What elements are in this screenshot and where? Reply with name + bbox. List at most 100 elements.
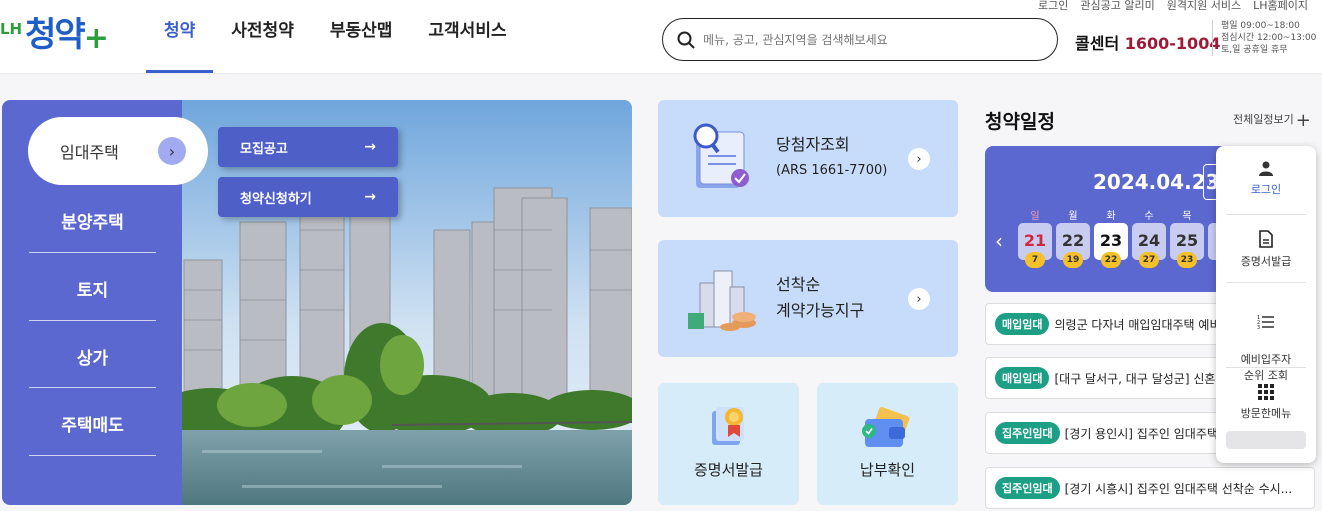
- nav-item-customer-service[interactable]: 고객서비스: [410, 0, 524, 74]
- scroll-top-button[interactable]: [1226, 431, 1306, 449]
- service-hours: 평일 09:00~18:00 점심시간 12:00~13:00 토,일 공휴일 …: [1212, 20, 1316, 56]
- schedule-count-badge: 7: [1025, 252, 1045, 268]
- search-input[interactable]: [703, 32, 1023, 47]
- first-come-line1: 선착순: [776, 275, 821, 294]
- category-item-land[interactable]: 토지: [29, 276, 156, 301]
- top-link-remote[interactable]: 원격지원 서비스: [1167, 0, 1241, 13]
- certificate-label: 증명서발급: [693, 461, 763, 479]
- category-item-house-sale[interactable]: 주택매도: [29, 411, 156, 436]
- notice-type-badge: 매입임대: [995, 313, 1050, 335]
- document-search-icon: [693, 123, 749, 188]
- quick-recent-menu[interactable]: 방문한메뉴: [1226, 384, 1306, 422]
- category-divider: [29, 455, 156, 456]
- chevron-right-icon[interactable]: ›: [1203, 164, 1217, 200]
- schedule-count-badge: 27: [1139, 252, 1159, 268]
- nav-item-pre-apply[interactable]: 사전청약: [213, 0, 312, 74]
- category-divider: [29, 387, 156, 388]
- callcenter-label: 콜센터: [1075, 34, 1120, 53]
- quick-certificate[interactable]: 증명서발급: [1226, 230, 1306, 270]
- winner-check-title: 당첨자조회: [776, 135, 850, 154]
- winner-check-card[interactable]: 당첨자조회 (ARS 1661-7700) ›: [658, 100, 958, 217]
- svg-text:3: 3: [1257, 325, 1260, 330]
- notice-type-badge: 매입임대: [995, 367, 1050, 389]
- list-icon: 123: [1257, 315, 1274, 330]
- logo-prefix: LH: [0, 20, 23, 38]
- quick-login[interactable]: 로그인: [1226, 160, 1306, 198]
- notice-title: [경기 용인시] 집주인 임대주택...: [1064, 426, 1230, 441]
- apply-button[interactable]: 청약신청하기 →: [218, 177, 398, 217]
- main-nav: 청약 사전청약 부동산맵 고객서비스: [146, 0, 525, 74]
- user-icon: [1259, 161, 1273, 176]
- arrow-right-icon: →: [364, 189, 376, 205]
- buildings-coins-icon: [688, 270, 756, 331]
- category-divider: [29, 252, 156, 253]
- wallet-icon: [862, 407, 910, 447]
- weekday-thu: 목: [1182, 211, 1192, 222]
- callcenter: 콜센터 1600-1004: [1075, 30, 1220, 54]
- logo[interactable]: LH 청약 +: [0, 6, 109, 56]
- payment-check-card[interactable]: 납부확인: [817, 383, 958, 505]
- weekday-mon: 월: [1068, 211, 1078, 222]
- quick-login-label: 로그인: [1250, 183, 1282, 196]
- quick-recent-menu-label: 방문한메뉴: [1240, 407, 1292, 420]
- search-box: [662, 18, 1058, 61]
- certificate-icon: [712, 407, 744, 445]
- notice-type-badge: 집주인임대: [995, 422, 1060, 444]
- schedule-count-badge: 23: [1177, 252, 1197, 268]
- view-all-schedule-link[interactable]: 전체일정보기 +: [1233, 110, 1311, 131]
- quick-waitlist-rank[interactable]: 123 예비입주자 순위 조회: [1226, 298, 1306, 384]
- schedule-list-item[interactable]: 집주인임대 [경기 시흥시] 집주인 임대주택 선착순 수시...: [985, 467, 1315, 509]
- callcenter-number: 1600-1004: [1124, 34, 1221, 53]
- certificate-card[interactable]: 증명서발급: [658, 383, 799, 505]
- logo-text: 청약: [25, 15, 86, 55]
- winner-check-ars: (ARS 1661-7700): [776, 163, 888, 178]
- grid-icon: [1258, 384, 1274, 400]
- top-link-lh-home[interactable]: LH홈페이지: [1253, 0, 1308, 13]
- quick-certificate-label: 증명서발급: [1240, 255, 1292, 268]
- first-come-line2: 계약가능지구: [776, 301, 865, 320]
- category-item-rental-housing[interactable]: 임대주택 ›: [28, 117, 208, 185]
- chevron-right-icon: ›: [908, 288, 930, 310]
- top-link-login[interactable]: 로그인: [1038, 0, 1068, 13]
- top-links: 로그인 관심공고 알리미 원격지원 서비스 LH홈페이지: [1038, 0, 1308, 13]
- nav-item-apply[interactable]: 청약: [146, 0, 214, 74]
- first-come-card[interactable]: 선착순 계약가능지구 ›: [658, 240, 958, 357]
- quick-menu-divider: [1226, 214, 1306, 215]
- nav-item-realestate-map[interactable]: 부동산맵: [312, 0, 411, 74]
- view-all-schedule-label: 전체일정보기: [1233, 113, 1294, 126]
- notice-title: [경기 시흥시] 집주인 임대주택 선착순 수시...: [1064, 481, 1293, 496]
- chevron-left-icon[interactable]: ‹: [995, 229, 1003, 253]
- document-icon: [1259, 230, 1273, 248]
- schedule-title: 청약일정: [985, 111, 1055, 133]
- notice-title: 의령군 다자녀 매입임대주택 예비...: [1054, 317, 1232, 332]
- category-active-label: 임대주택: [60, 143, 119, 162]
- schedule-count-badge: 19: [1063, 252, 1083, 268]
- hours-lunch: 점심시간 12:00~13:00: [1221, 33, 1317, 43]
- quick-menu: 로그인 증명서발급 123 예비입주자 순위 조회 방문한메뉴: [1216, 146, 1316, 463]
- notice-button[interactable]: 모집공고 →: [218, 127, 398, 167]
- notice-type-badge: 집주인임대: [995, 477, 1060, 499]
- weekday-wed: 수: [1144, 211, 1154, 222]
- top-link-alert[interactable]: 관심공고 알리미: [1080, 0, 1154, 13]
- apply-button-label: 청약신청하기: [240, 191, 312, 207]
- quick-menu-divider: [1226, 367, 1306, 368]
- search-icon[interactable]: [677, 31, 695, 49]
- hours-weekday: 평일 09:00~18:00: [1221, 21, 1300, 31]
- notice-button-label: 모집공고: [240, 141, 288, 157]
- quick-menu-divider: [1226, 282, 1306, 283]
- payment-check-label: 납부확인: [859, 461, 916, 479]
- schedule-count-badge: 22: [1101, 252, 1121, 268]
- chevron-right-icon: ›: [908, 148, 930, 170]
- arrow-right-icon: →: [364, 139, 376, 155]
- weekday-tue: 화: [1106, 211, 1116, 222]
- hours-weekend: 토,일 공휴일 휴무: [1221, 45, 1288, 55]
- calendar-date: 2024.04.23: [1093, 170, 1220, 194]
- category-divider: [29, 320, 156, 321]
- weekday-sun: 일: [1030, 211, 1040, 222]
- category-item-commercial[interactable]: 상가: [29, 344, 156, 369]
- chevron-right-icon: ›: [158, 137, 186, 165]
- category-item-sale-housing[interactable]: 분양주택: [29, 208, 156, 233]
- plus-icon: +: [1295, 110, 1311, 131]
- notice-title: [대구 달서구, 대구 달성군] 신혼...: [1054, 371, 1227, 386]
- logo-plus: +: [83, 21, 109, 56]
